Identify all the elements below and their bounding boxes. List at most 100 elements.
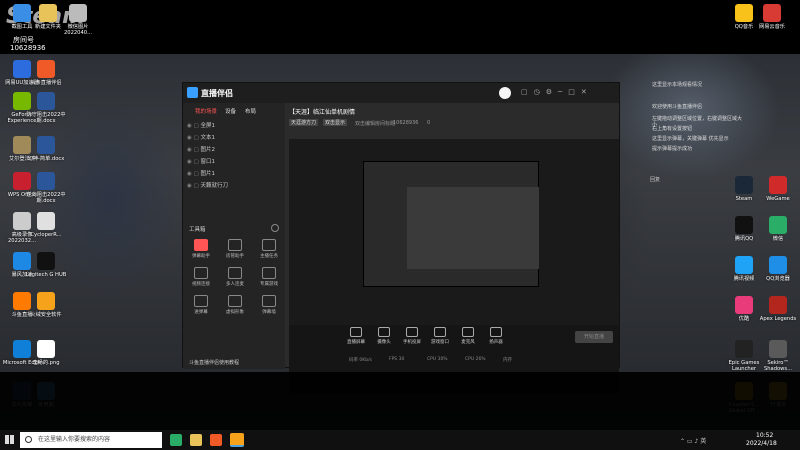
eye-icon[interactable]: ◉ ▢ bbox=[187, 183, 201, 189]
app-icon bbox=[735, 256, 753, 274]
app-logo-icon bbox=[187, 87, 198, 98]
desktop-icon[interactable]: WeGame bbox=[756, 176, 800, 202]
desktop-icon[interactable]: Logitech G HUB bbox=[24, 252, 68, 278]
room-info-bar: 【天涯】临江仙单机剧情 天涯游方刀 双击显示 双击编辑房间标题 10628936… bbox=[289, 105, 619, 135]
tool-icon bbox=[262, 239, 276, 251]
eye-icon[interactable]: ◉ ▢ bbox=[187, 123, 201, 129]
tools-settings-icon[interactable] bbox=[271, 224, 279, 232]
tool-button[interactable]: 主播任务 bbox=[255, 239, 283, 259]
search-icon bbox=[25, 436, 32, 443]
room-id-text: 10628936 bbox=[10, 44, 46, 52]
tool-icon bbox=[228, 295, 242, 307]
source-icon bbox=[378, 327, 390, 337]
tab-scenes[interactable]: 我的场景 bbox=[195, 107, 217, 115]
tool-button[interactable]: 多人连麦 bbox=[221, 267, 249, 287]
obs-app-window[interactable]: 直播伴侣 ▢◷⚙─□✕ 我的场景 设备 布局 ◉ ▢ 全屏1 ◉ ▢ 文本1 ◉ ▢… bbox=[182, 82, 620, 393]
layer-item[interactable]: ◉ ▢ 窗口1 bbox=[187, 157, 215, 167]
chat-line: 提示弹幕提示成功 bbox=[652, 146, 693, 152]
app-icon bbox=[769, 176, 787, 194]
desktop-icon[interactable]: 微信 bbox=[756, 216, 800, 242]
layer-item[interactable]: ◉ ▢ 文本1 bbox=[187, 133, 215, 143]
app-icon bbox=[735, 296, 753, 314]
room-tag-1[interactable]: 天涯游方刀 bbox=[289, 119, 319, 126]
source-button[interactable]: 扬声器 bbox=[483, 327, 509, 345]
titlebar-controls[interactable]: ▢◷⚙─□✕ bbox=[521, 88, 611, 98]
layer-item[interactable]: ◉ ▢ 图片2 bbox=[187, 145, 215, 155]
taskbar-date: 2022/4/18 bbox=[746, 440, 777, 447]
image-icon bbox=[69, 4, 87, 22]
source-button[interactable]: 手机投屏 bbox=[399, 327, 425, 345]
desktop-icon[interactable]: 火绒安全软件 bbox=[24, 292, 68, 318]
tool-button[interactable]: 弹幕墙 bbox=[255, 295, 283, 315]
desktop-icon[interactable]: QQ浏览器 bbox=[756, 256, 800, 282]
app-icon bbox=[763, 4, 781, 22]
tool-icon bbox=[194, 295, 208, 307]
folder-icon bbox=[39, 4, 57, 22]
tools-header: 工具箱 bbox=[189, 227, 206, 233]
eye-icon[interactable]: ◉ ▢ bbox=[187, 135, 201, 141]
source-button[interactable]: 游戏窗口 bbox=[427, 327, 453, 345]
taskbar-wechat-icon[interactable] bbox=[170, 434, 182, 446]
source-icon bbox=[406, 327, 418, 337]
source-button[interactable]: 摄像头 bbox=[371, 327, 397, 345]
room-count: 0 bbox=[427, 120, 431, 126]
layer-item[interactable]: ◉ ▢ 全屏1 bbox=[187, 121, 215, 131]
eye-icon[interactable]: ◉ ▢ bbox=[187, 147, 201, 153]
tool-button[interactable]: 专属游戏 bbox=[255, 267, 283, 287]
desktop-icon[interactable]: Apex Legends bbox=[756, 296, 800, 322]
tool-button[interactable]: 进弹幕 bbox=[187, 295, 215, 315]
tab-devices[interactable]: 设备 bbox=[225, 107, 236, 115]
taskbar-tray-icons[interactable]: ⌃ ▭ ♪ 英 bbox=[680, 436, 706, 445]
stream-title[interactable]: 【天涯】临江仙单机剧情 bbox=[289, 107, 355, 116]
desktop-icon[interactable]: CycloperR... bbox=[24, 212, 68, 238]
layer-item[interactable]: ◉ ▢ 天籁就行刀 bbox=[187, 181, 228, 191]
tool-button[interactable]: 弹幕助手 bbox=[187, 239, 215, 259]
tool-icon bbox=[228, 267, 242, 279]
taskbar-obs-icon[interactable] bbox=[230, 433, 244, 447]
windows-start-icon[interactable] bbox=[5, 435, 14, 444]
room-id: 10628936 bbox=[393, 120, 419, 126]
eye-icon[interactable]: ◉ ▢ bbox=[187, 159, 201, 165]
eye-icon[interactable]: ◉ ▢ bbox=[187, 171, 201, 177]
tool-icon bbox=[194, 267, 208, 279]
layer-item[interactable]: ◉ ▢ 图片1 bbox=[187, 169, 215, 179]
search-input[interactable]: 在这里输入你要搜索的内容 bbox=[20, 432, 162, 448]
source-icon bbox=[350, 327, 362, 337]
chat-line: 这里显示本场观看情况 bbox=[652, 82, 703, 88]
bottom-letterbox bbox=[0, 372, 800, 430]
app-icon bbox=[769, 216, 787, 234]
app-icon bbox=[37, 340, 55, 358]
app-icon bbox=[37, 136, 55, 154]
desktop-icon[interactable]: 幻神-简单.docx bbox=[24, 136, 68, 162]
taskbar-app-icon[interactable] bbox=[210, 434, 222, 446]
tool-button[interactable]: 视频连接 bbox=[187, 267, 215, 287]
app-icon bbox=[37, 172, 55, 190]
tool-icon bbox=[262, 267, 276, 279]
avatar[interactable] bbox=[499, 87, 511, 99]
desktop-icon[interactable]: 防守阻击2022中期.docx bbox=[24, 92, 68, 124]
desktop-icon[interactable]: Sekiro™ Shadows... bbox=[756, 340, 800, 372]
chat-overlay: 这里显示本场观看情况 欢迎使用斗鱼直播伴侣 左键拖动调整区域位置，右键调整区域大小右… bbox=[652, 78, 742, 188]
room-tag-2[interactable]: 双击显示 bbox=[323, 119, 348, 126]
tool-button[interactable]: 虚拟形象 bbox=[221, 295, 249, 315]
scene-sidebar: 我的场景 设备 布局 ◉ ▢ 全屏1 ◉ ▢ 文本1 ◉ ▢ 图片2 ◉ ▢ 窗口1 ◉… bbox=[183, 103, 285, 369]
tool-button[interactable]: 房管助手 bbox=[221, 239, 249, 259]
app-icon bbox=[37, 212, 55, 230]
desktop-icon[interactable]: 逆向阻击2022中期.docx bbox=[24, 172, 68, 204]
stream-preview[interactable] bbox=[289, 139, 619, 393]
taskbar-folder-icon[interactable] bbox=[190, 434, 202, 446]
source-button[interactable]: 麦克风 bbox=[455, 327, 481, 345]
status-bar: 码率 0Kb/s FPS 30 CPU 30% CPU 26% 内存 bbox=[349, 357, 512, 363]
app-icon bbox=[37, 292, 55, 310]
source-button[interactable]: 直播屏幕 bbox=[343, 327, 369, 345]
tab-layout[interactable]: 布局 bbox=[245, 107, 256, 115]
app-icon bbox=[769, 256, 787, 274]
desktop-icon[interactable]: 网易云音乐 bbox=[750, 4, 794, 30]
tool-icon bbox=[228, 239, 242, 251]
sidebar-footer[interactable]: 斗鱼直播伴侣使用教程 bbox=[189, 359, 239, 366]
desktop-icon[interactable]: 头条直播伴侣 bbox=[24, 60, 68, 86]
start-live-button[interactable]: 开始直播 bbox=[575, 331, 613, 343]
desktop-icon-wechat-image[interactable]: 微信图片2022040... bbox=[56, 4, 100, 36]
top-letterbox bbox=[0, 0, 800, 54]
desktop-icon[interactable]: 李畅的.png bbox=[24, 340, 68, 366]
